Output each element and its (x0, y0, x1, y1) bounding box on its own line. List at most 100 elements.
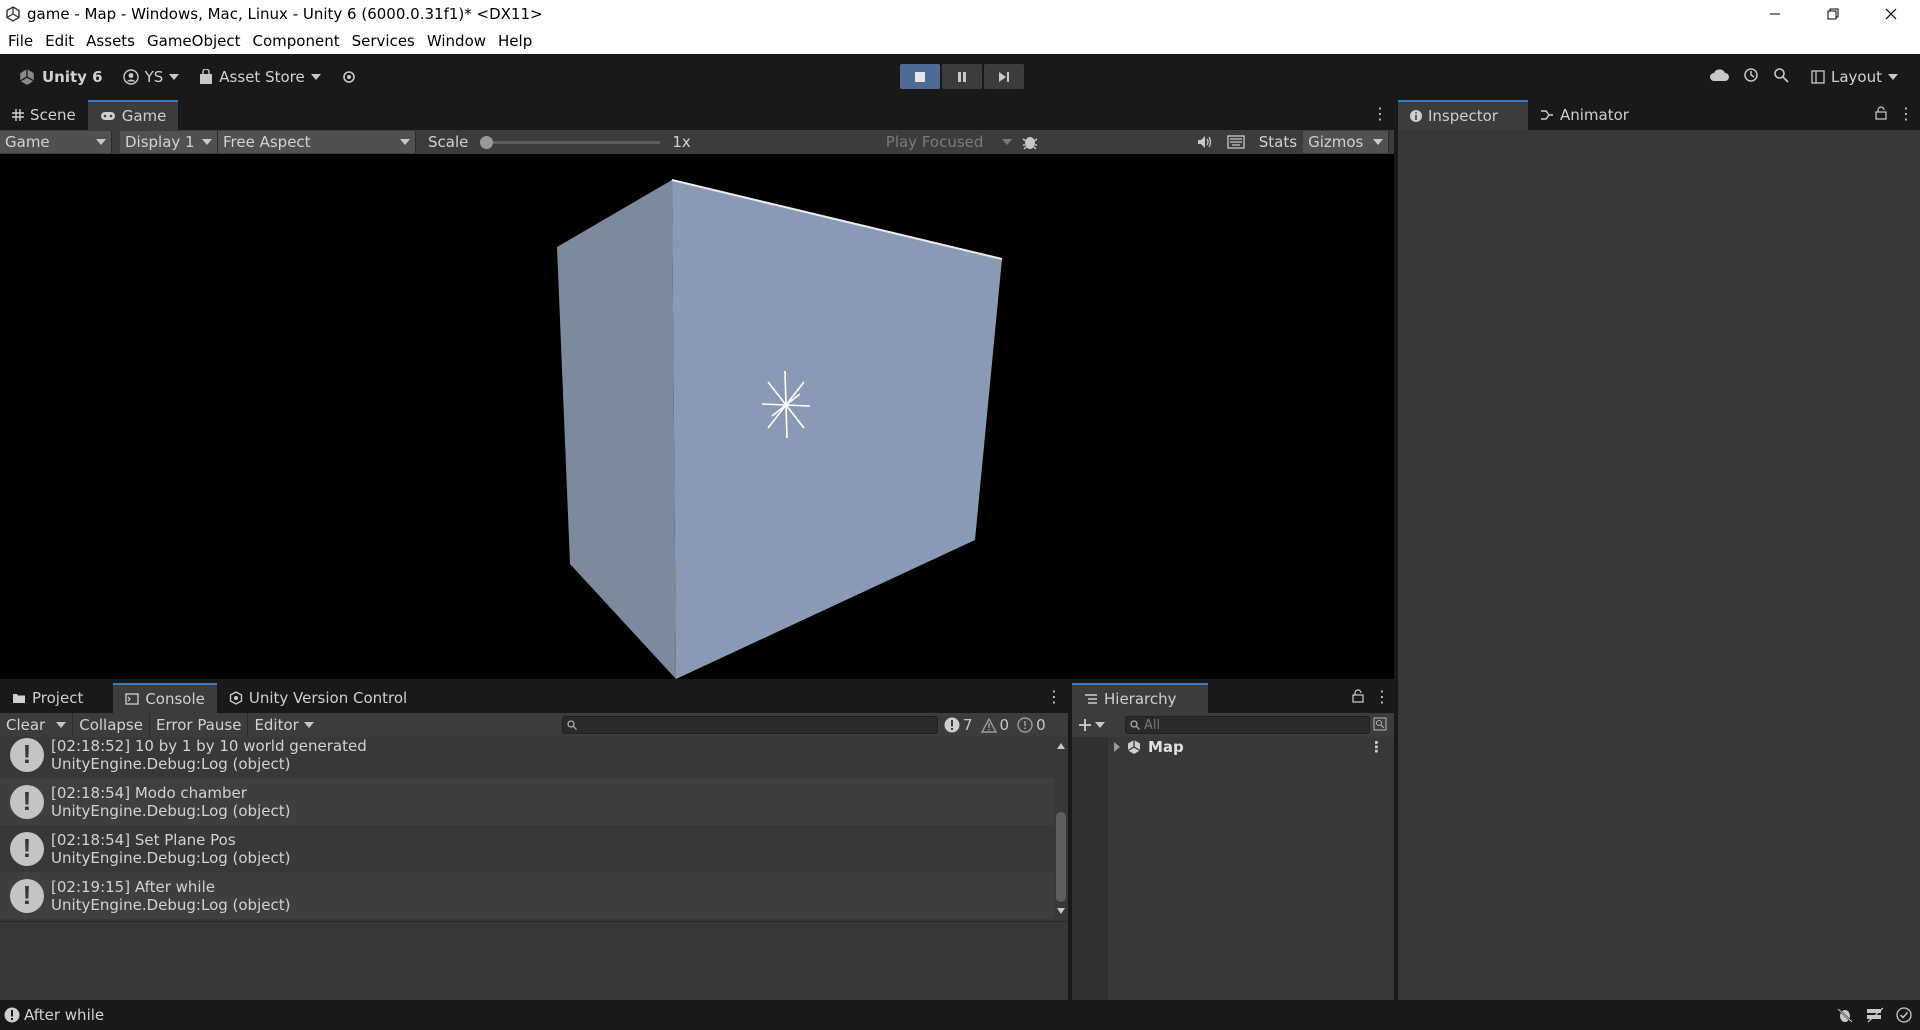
menu-window[interactable]: Window (421, 32, 492, 50)
asset-store-dropdown[interactable]: Asset Store (191, 64, 328, 90)
unity-logo-icon (19, 69, 35, 85)
menu-gameobject[interactable]: GameObject (141, 32, 247, 50)
chevron-down-icon (1095, 722, 1105, 728)
restore-button[interactable] (1804, 0, 1862, 28)
console-scrollbar[interactable] (1054, 737, 1068, 920)
log-source: UnityEngine.Debug:Log (object) (51, 848, 291, 867)
tab-console[interactable]: Console (113, 683, 217, 713)
scale-slider[interactable] (480, 135, 661, 149)
hierarchy-panel-tabs: Hierarchy (1072, 683, 1394, 713)
menu-assets[interactable]: Assets (80, 32, 141, 50)
log-entry[interactable]: ! [02:19:15] After while UnityEngine.Deb… (0, 872, 1055, 919)
history-button[interactable] (1743, 67, 1759, 87)
minimize-icon (1770, 13, 1780, 15)
menu-help[interactable]: Help (492, 32, 538, 50)
mute-audio-button[interactable] (1197, 135, 1213, 149)
gamepad-icon (100, 112, 115, 120)
history-icon (1744, 68, 1758, 82)
stop-icon (915, 71, 925, 82)
error-pause-toggle[interactable]: Error Pause (150, 713, 249, 737)
log-count-toggle[interactable]: 7 (944, 716, 973, 734)
status-message[interactable]: After while (24, 1006, 104, 1024)
tab-scene[interactable]: Scene (0, 100, 88, 130)
menu-edit[interactable]: Edit (39, 32, 80, 50)
expand-arrow-icon[interactable] (1114, 742, 1120, 752)
game-panel-menu-button[interactable]: ⋮ (1372, 104, 1388, 123)
play-focused-dropdown[interactable]: Play Focused (880, 131, 1017, 153)
cache-server-button[interactable] (1866, 1007, 1884, 1027)
game-view-canvas[interactable] (0, 154, 1394, 679)
step-icon (999, 71, 1009, 82)
cloud-button[interactable] (1709, 68, 1729, 86)
debug-mode-button[interactable] (1836, 1007, 1854, 1027)
create-button[interactable] (1078, 718, 1105, 732)
hierarchy-menu-button[interactable]: ⋮ (1374, 687, 1390, 706)
error-count-toggle[interactable]: 0 (1017, 716, 1046, 734)
stats-button[interactable]: Stats (1253, 133, 1303, 151)
hierarchy-search-placeholder: All (1144, 717, 1161, 733)
bug-icon (1837, 1008, 1853, 1023)
console-counters: 7 0 0 (944, 713, 1046, 737)
pause-button[interactable] (942, 64, 982, 89)
menu-file[interactable]: File (2, 32, 39, 50)
unity-scene-icon (1127, 740, 1141, 754)
scroll-up-icon[interactable] (1057, 743, 1065, 749)
hierarchy-search-options-button[interactable] (1373, 717, 1387, 731)
chevron-down-icon (1373, 139, 1384, 145)
search-options-icon (1373, 717, 1387, 731)
inspector-menu-button[interactable]: ⋮ (1898, 104, 1914, 123)
tab-hierarchy[interactable]: Hierarchy (1072, 683, 1208, 713)
hierarchy-item-map[interactable]: Map ⋮ (1072, 737, 1394, 757)
close-button[interactable] (1862, 0, 1920, 28)
console-menu-button[interactable]: ⋮ (1046, 687, 1062, 706)
tab-animator[interactable]: Animator (1528, 100, 1641, 130)
animator-icon (1541, 110, 1553, 120)
frame-debugger-button[interactable] (1021, 133, 1039, 151)
database-icon (1867, 1007, 1884, 1023)
search-button[interactable] (1773, 67, 1789, 87)
inspector-panel-tabs: Inspector Animator (1398, 100, 1920, 130)
hierarchy-search-input[interactable]: All (1125, 716, 1370, 734)
tab-project[interactable]: Project (0, 683, 95, 713)
scale-slider-handle[interactable] (480, 135, 494, 149)
editor-dropdown[interactable]: Editor (248, 713, 319, 737)
scroll-down-icon[interactable] (1057, 908, 1065, 914)
layout-dropdown[interactable]: Layout (1803, 64, 1906, 90)
console-scroll-thumb[interactable] (1056, 812, 1066, 902)
tab-version-control[interactable]: Unity Version Control (217, 683, 419, 713)
tab-inspector[interactable]: Inspector (1398, 100, 1528, 130)
progress-status-button[interactable] (1896, 1007, 1912, 1027)
hierarchy-lock-button[interactable] (1352, 689, 1364, 703)
menu-component[interactable]: Component (247, 32, 346, 50)
log-entry[interactable]: ! [02:18:54] Set Plane Pos UnityEngine.D… (0, 825, 1055, 872)
log-source: UnityEngine.Debug:Log (object) (51, 895, 291, 914)
log-entry[interactable]: ! [02:18:52] 10 by 1 by 10 world generat… (0, 737, 1055, 778)
collapse-toggle[interactable]: Collapse (73, 713, 150, 737)
restore-icon (1827, 8, 1839, 20)
shortcuts-button[interactable] (1227, 135, 1245, 149)
hierarchy-item-menu-button[interactable]: ⋮ (1369, 738, 1384, 756)
log-entry[interactable]: ! [02:18:54] Modo chamber UnityEngine.De… (0, 778, 1055, 825)
game-panel-tabs: Scene Game (0, 100, 1394, 130)
step-button[interactable] (984, 64, 1024, 89)
play-button[interactable] (900, 64, 940, 89)
tab-game[interactable]: Game (87, 100, 179, 130)
account-dropdown[interactable]: YS (115, 64, 188, 90)
package-settings-button[interactable] (333, 64, 365, 90)
grid-icon (12, 109, 24, 121)
gizmos-dropdown[interactable]: Gizmos (1303, 131, 1390, 153)
game-mode-dropdown[interactable]: Game (0, 131, 112, 153)
speaker-icon (1197, 136, 1211, 148)
clear-label: Clear (6, 716, 46, 734)
aspect-dropdown[interactable]: Free Aspect (218, 131, 416, 153)
display-dropdown[interactable]: Display 1 (120, 131, 218, 153)
gear-icon (342, 71, 355, 83)
minimize-button[interactable] (1746, 0, 1804, 28)
inspector-lock-button[interactable] (1875, 106, 1887, 120)
clear-button[interactable]: Clear (0, 713, 74, 737)
warning-count-toggle[interactable]: 0 (980, 716, 1009, 734)
lock-icon (1875, 106, 1887, 120)
console-search-input[interactable] (562, 716, 938, 734)
menu-services[interactable]: Services (346, 32, 421, 50)
unity-hub-button[interactable]: Unity 6 (10, 64, 111, 90)
